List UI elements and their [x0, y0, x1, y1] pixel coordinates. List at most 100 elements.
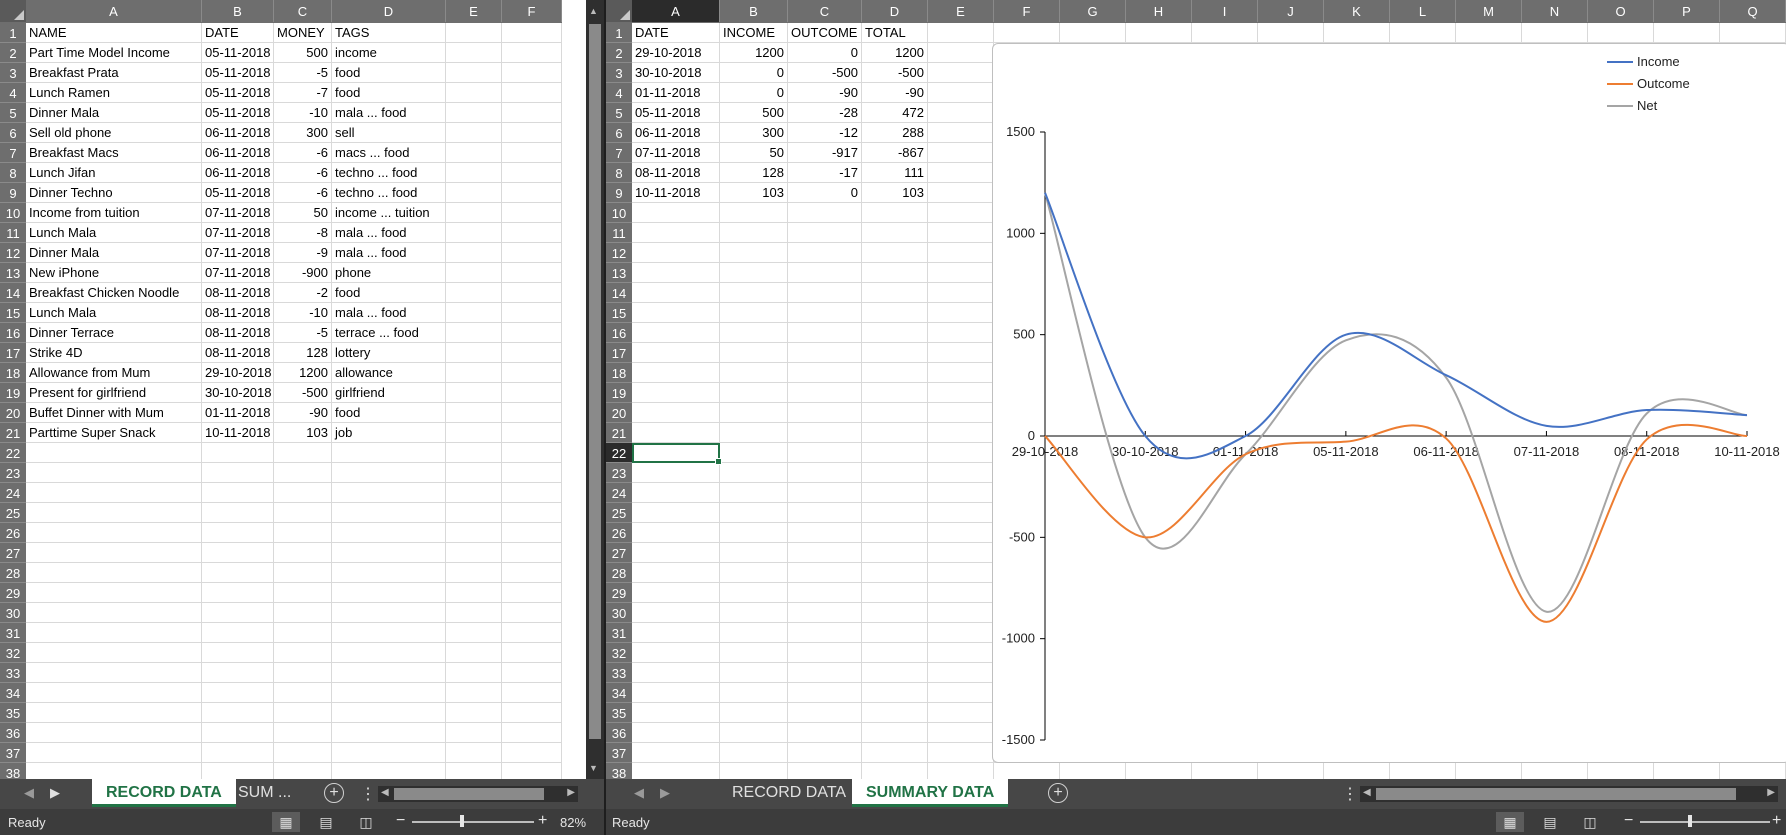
page-break-view-icon[interactable]: ◫ [1576, 812, 1604, 832]
cell[interactable] [202, 523, 274, 543]
cell[interactable] [862, 423, 928, 443]
cell[interactable] [1258, 23, 1324, 43]
cell[interactable] [446, 703, 502, 723]
cell[interactable] [274, 483, 332, 503]
vertical-scrollbar[interactable]: ▲ ▼ [586, 0, 604, 779]
cell[interactable] [928, 523, 994, 543]
cell[interactable] [720, 343, 788, 363]
row-header[interactable]: 27 [606, 543, 632, 563]
column-header[interactable]: D [332, 0, 446, 22]
cell[interactable] [26, 643, 202, 663]
row-header[interactable]: 19 [606, 383, 632, 403]
cell[interactable] [928, 563, 994, 583]
row-header[interactable]: 8 [606, 163, 632, 183]
row-header[interactable]: 25 [0, 503, 26, 523]
scroll-right-icon[interactable]: ▶ [1767, 787, 1775, 798]
cell[interactable]: terrace ... food [332, 323, 446, 343]
cell[interactable] [928, 323, 994, 343]
cell[interactable] [928, 723, 994, 743]
cell[interactable]: techno ... food [332, 163, 446, 183]
cell[interactable]: 472 [862, 103, 928, 123]
row-header[interactable]: 7 [606, 143, 632, 163]
row-header[interactable]: 6 [606, 123, 632, 143]
cell[interactable] [446, 423, 502, 443]
row-header[interactable]: 35 [0, 703, 26, 723]
cell[interactable] [632, 703, 720, 723]
row-header[interactable]: 31 [606, 623, 632, 643]
cell[interactable] [928, 123, 994, 143]
cell[interactable] [446, 323, 502, 343]
cell[interactable] [788, 663, 862, 683]
cell[interactable]: Strike 4D [26, 343, 202, 363]
cell[interactable]: 0 [788, 43, 862, 63]
cell[interactable]: 30-10-2018 [632, 63, 720, 83]
cell[interactable]: income ... tuition [332, 203, 446, 223]
cell[interactable]: 08-11-2018 [202, 343, 274, 363]
cell[interactable]: 06-11-2018 [202, 163, 274, 183]
cell[interactable] [720, 603, 788, 623]
cell[interactable] [332, 603, 446, 623]
row-header[interactable]: 5 [606, 103, 632, 123]
cell[interactable] [720, 663, 788, 683]
tab-record-data[interactable]: RECORD DATA [92, 779, 236, 807]
cell[interactable] [788, 583, 862, 603]
cell[interactable] [928, 443, 994, 463]
cell[interactable]: job [332, 423, 446, 443]
cell[interactable] [332, 703, 446, 723]
cell[interactable] [862, 503, 928, 523]
cell[interactable]: -6 [274, 163, 332, 183]
cell[interactable]: 29-10-2018 [202, 363, 274, 383]
cell[interactable] [446, 183, 502, 203]
row-header[interactable]: 33 [606, 663, 632, 683]
cell[interactable] [928, 483, 994, 503]
cell[interactable]: 05-11-2018 [202, 43, 274, 63]
cell[interactable] [862, 603, 928, 623]
cell[interactable] [632, 583, 720, 603]
cell[interactable] [788, 703, 862, 723]
cell[interactable]: -5 [274, 63, 332, 83]
cell[interactable]: 05-11-2018 [632, 103, 720, 123]
row-header[interactable]: 28 [606, 563, 632, 583]
cell[interactable] [1126, 23, 1192, 43]
cell[interactable] [274, 743, 332, 763]
cell[interactable] [502, 563, 562, 583]
cell[interactable]: Present for girlfriend [26, 383, 202, 403]
cell[interactable] [928, 143, 994, 163]
cell[interactable] [928, 663, 994, 683]
cell[interactable]: 08-11-2018 [202, 303, 274, 323]
cell[interactable] [26, 583, 202, 603]
cell[interactable] [446, 563, 502, 583]
cell[interactable] [202, 703, 274, 723]
column-header[interactable]: Q [1720, 0, 1786, 22]
cell[interactable]: 07-11-2018 [202, 243, 274, 263]
cell[interactable]: allowance [332, 363, 446, 383]
cell[interactable]: 500 [720, 103, 788, 123]
column-header[interactable]: J [1258, 0, 1324, 22]
cell[interactable] [928, 363, 994, 383]
cell[interactable]: 500 [274, 43, 332, 63]
scroll-right-icon[interactable]: ▶ [567, 787, 575, 798]
cell[interactable] [788, 643, 862, 663]
cell[interactable] [446, 283, 502, 303]
cell[interactable] [202, 483, 274, 503]
zoom-level[interactable]: 82% [560, 815, 586, 830]
cell[interactable] [632, 603, 720, 623]
cell[interactable] [862, 623, 928, 643]
cell[interactable] [720, 263, 788, 283]
cell[interactable]: 05-11-2018 [202, 63, 274, 83]
cell[interactable] [1390, 23, 1456, 43]
cell[interactable] [26, 463, 202, 483]
row-header[interactable]: 7 [0, 143, 26, 163]
more-options-icon[interactable]: ⋮ [360, 784, 376, 804]
cell[interactable] [862, 483, 928, 503]
cell[interactable] [502, 343, 562, 363]
cell[interactable] [26, 523, 202, 543]
cell[interactable]: 288 [862, 123, 928, 143]
row-header[interactable]: 3 [606, 63, 632, 83]
cell[interactable] [446, 663, 502, 683]
cell[interactable] [788, 603, 862, 623]
cell[interactable]: -6 [274, 143, 332, 163]
cell[interactable]: -10 [274, 103, 332, 123]
cell[interactable] [502, 263, 562, 283]
row-header[interactable]: 4 [0, 83, 26, 103]
